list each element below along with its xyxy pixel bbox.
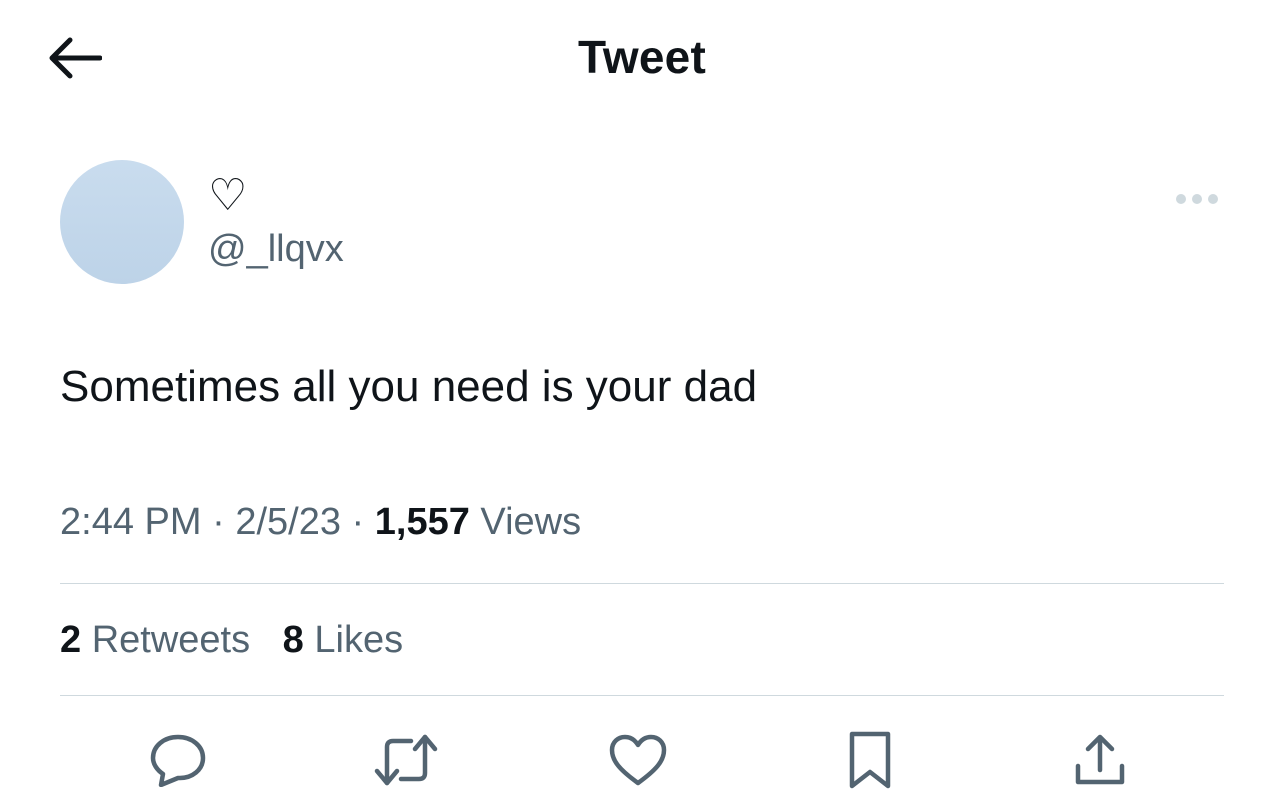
retweet-button[interactable] bbox=[374, 728, 438, 792]
views-label: Views bbox=[480, 501, 582, 543]
tweet-date[interactable]: 2/5/23 bbox=[235, 501, 341, 543]
more-options-button[interactable] bbox=[1170, 180, 1224, 218]
tweet-stats: 2 Retweets 8 Likes bbox=[60, 616, 425, 664]
meta-separator: · bbox=[351, 501, 365, 543]
retweet-icon bbox=[373, 733, 439, 787]
likes-stat[interactable]: 8 Likes bbox=[283, 616, 403, 664]
avatar[interactable] bbox=[60, 160, 184, 284]
reply-button[interactable] bbox=[146, 728, 210, 792]
tweet-meta: 2:44 PM · 2/5/23 · 1,557 Views bbox=[60, 498, 581, 546]
author-handle[interactable]: @_llqvx bbox=[208, 226, 344, 272]
tweet-text: Sometimes all you need is your dad bbox=[60, 362, 758, 411]
tweet-time[interactable]: 2:44 PM bbox=[60, 501, 202, 543]
page-title: Tweet bbox=[578, 31, 706, 83]
meta-separator: · bbox=[212, 501, 225, 543]
retweets-label: Retweets bbox=[91, 619, 251, 661]
retweets-count: 2 bbox=[60, 619, 82, 661]
heart-icon bbox=[608, 733, 668, 787]
divider bbox=[60, 695, 1224, 696]
reply-icon bbox=[149, 733, 207, 787]
bookmark-button[interactable] bbox=[838, 728, 902, 792]
share-icon bbox=[1072, 732, 1128, 788]
views-count: 1,557 bbox=[374, 501, 470, 543]
likes-count: 8 bbox=[282, 619, 304, 661]
like-button[interactable] bbox=[606, 728, 670, 792]
likes-label: Likes bbox=[314, 619, 404, 661]
bookmark-icon bbox=[846, 730, 894, 790]
divider bbox=[60, 583, 1224, 584]
more-horizontal-icon bbox=[1174, 192, 1220, 206]
share-button[interactable] bbox=[1068, 728, 1132, 792]
retweets-stat[interactable]: 2 Retweets bbox=[60, 616, 250, 664]
author-display-name[interactable]: ♡ bbox=[208, 172, 247, 220]
